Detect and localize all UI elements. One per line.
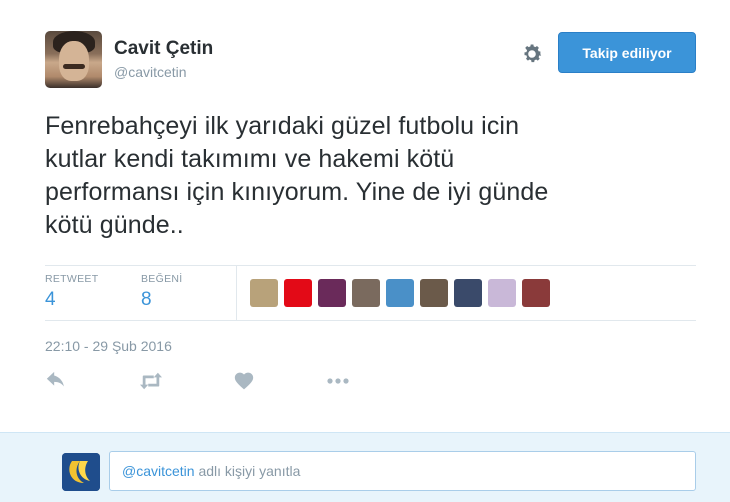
reply-mention: @cavitcetin	[122, 463, 195, 479]
liker-avatar[interactable]	[522, 279, 550, 307]
liker-avatar[interactable]	[250, 279, 278, 307]
liker-avatar[interactable]	[488, 279, 516, 307]
tweet-text-line: performansı için kınıyorum. Yine de iyi …	[45, 178, 549, 206]
avatar-mustache	[63, 64, 85, 69]
tweet-text-line: kutlar kendi takımımı ve hakemi kötü	[45, 145, 455, 173]
liker-avatars	[250, 279, 550, 307]
divider	[45, 265, 696, 266]
reply-prompt: adlı kişiyi yanıtla	[194, 463, 301, 479]
tweet-timestamp[interactable]: 22:10 - 29 Şub 2016	[45, 338, 172, 354]
following-button[interactable]: Takip ediliyor	[558, 32, 696, 73]
stats-separator	[236, 266, 237, 320]
retweet-icon[interactable]	[138, 370, 164, 396]
liker-avatar[interactable]	[284, 279, 312, 307]
liker-avatar[interactable]	[318, 279, 346, 307]
avatar-face	[59, 41, 89, 81]
like-stat[interactable]: BEĞENİ 8	[141, 273, 182, 311]
retweet-count[interactable]: 4	[45, 289, 98, 311]
more-icon[interactable]	[326, 370, 352, 396]
gear-icon[interactable]	[520, 42, 544, 66]
reply-icon[interactable]	[45, 370, 71, 396]
tweet-text: Fenrebahçeyi ilk yarıdaki güzel futbolu …	[45, 110, 685, 242]
like-count[interactable]: 8	[141, 289, 182, 311]
retweet-stat[interactable]: RETWEET 4	[45, 273, 98, 311]
user-fullname[interactable]: Cavit Çetin	[114, 38, 213, 60]
liker-avatar[interactable]	[386, 279, 414, 307]
user-avatar[interactable]	[45, 31, 102, 88]
tweet-text-line: kötü günde..	[45, 211, 184, 239]
liker-avatar[interactable]	[420, 279, 448, 307]
heart-icon[interactable]	[233, 370, 259, 396]
like-label: BEĞENİ	[141, 273, 183, 285]
tweet-text-line: Fenrebahçeyi ilk yarıdaki güzel futbolu …	[45, 112, 520, 140]
current-user-avatar	[62, 453, 100, 491]
user-username[interactable]: @cavitcetin	[114, 64, 187, 80]
divider	[45, 320, 696, 321]
tweet-card: Cavit Çetin @cavitcetin Takip ediliyor F…	[0, 0, 730, 432]
liker-avatar[interactable]	[454, 279, 482, 307]
reply-input[interactable]: @cavitcetin adlı kişiyi yanıtla	[109, 451, 696, 491]
retweet-label: RETWEET	[45, 273, 99, 285]
liker-avatar[interactable]	[352, 279, 380, 307]
